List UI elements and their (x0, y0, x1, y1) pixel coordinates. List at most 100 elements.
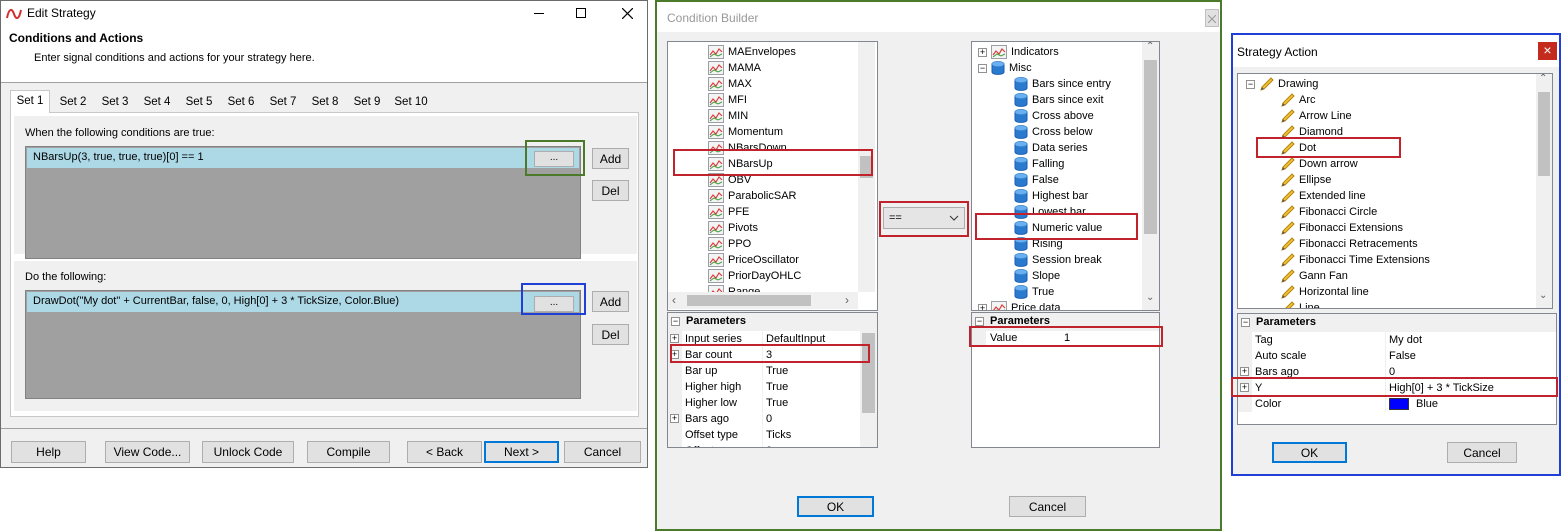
tree-item[interactable]: Arc (1280, 92, 1316, 108)
indicator-item[interactable]: MAMA (708, 60, 761, 76)
scroll-down-icon[interactable]: ⌄ (1539, 290, 1547, 301)
param-row[interactable]: Tag My dot (1238, 332, 1556, 348)
indicator-item[interactable]: MAEnvelopes (708, 44, 796, 60)
action-add-button[interactable]: Add (592, 291, 629, 312)
scroll-thumb[interactable] (687, 295, 811, 306)
close-icon[interactable] (622, 8, 633, 19)
action-del-button[interactable]: Del (592, 324, 629, 345)
action-row[interactable]: DrawDot("My dot" + CurrentBar, false, 0,… (27, 292, 579, 312)
param-row[interactable]: Higher low True (668, 395, 860, 411)
tree-item[interactable]: Fibonacci Circle (1280, 204, 1377, 220)
tab-set-2[interactable]: Set 2 (53, 92, 93, 112)
tree-item[interactable]: Line (1280, 300, 1320, 308)
collapse-icon[interactable]: − (975, 317, 984, 326)
tab-set-8[interactable]: Set 8 (305, 92, 345, 112)
tree-node-indicators[interactable]: + Indicators (978, 44, 1059, 60)
tree-item[interactable]: Data series (1014, 140, 1088, 156)
expand-icon[interactable]: + (670, 334, 679, 343)
condition-add-button[interactable]: Add (592, 148, 629, 169)
left-parameters-grid[interactable]: − Parameters + Input series DefaultInput + B… (667, 312, 878, 448)
tree-item[interactable]: Falling (1014, 156, 1064, 172)
close-button[interactable] (1205, 9, 1219, 27)
title-bar[interactable]: Edit Strategy (1, 1, 647, 27)
expand-icon[interactable]: + (670, 414, 679, 423)
expand-icon[interactable]: + (978, 303, 987, 310)
action-parameters-grid[interactable]: − Parameters Tag My dot Auto scale False + Ba… (1237, 313, 1557, 425)
tree-item[interactable]: False (1014, 172, 1059, 188)
indicator-item[interactable]: MIN (708, 108, 748, 124)
tree-item[interactable]: Cross below (1014, 124, 1093, 140)
tree-item[interactable]: Fibonacci Extensions (1280, 220, 1403, 236)
indicator-item[interactable]: MAX (708, 76, 752, 92)
tree-item[interactable]: Gann Fan (1280, 268, 1348, 284)
expand-icon[interactable]: + (1240, 367, 1249, 376)
tree-item[interactable]: Down arrow (1280, 156, 1358, 172)
minimize-icon[interactable] (534, 13, 544, 14)
compile-button[interactable]: Compile (307, 441, 390, 463)
tab-set-1[interactable]: Set 1 (10, 90, 50, 113)
indicator-list[interactable]: MAEnvelopes MAMA MAX MFI MIN Momentum NBarsDow… (667, 41, 878, 311)
param-value[interactable]: Ticks (766, 427, 791, 443)
tree-item[interactable]: Highest bar (1014, 188, 1088, 204)
scroll-thumb[interactable] (1144, 60, 1157, 234)
tree-node-drawing[interactable]: − Drawing (1246, 76, 1318, 92)
tab-set-6[interactable]: Set 6 (221, 92, 261, 112)
param-value[interactable]: 0 (766, 443, 772, 447)
param-row[interactable]: Higher high True (668, 379, 860, 395)
condition-del-button[interactable]: Del (592, 180, 629, 201)
collapse-icon[interactable]: − (978, 63, 987, 73)
tree-item[interactable]: True (1014, 284, 1054, 300)
help-button[interactable]: Help (11, 441, 86, 463)
tab-set-7[interactable]: Set 7 (263, 92, 303, 112)
tree-item[interactable]: Bars since entry (1014, 76, 1111, 92)
tab-set-5[interactable]: Set 5 (179, 92, 219, 112)
scroll-left-icon[interactable]: ‹ (672, 293, 676, 307)
tree-item[interactable]: Slope (1014, 268, 1060, 284)
scroll-thumb[interactable] (1538, 92, 1550, 176)
scroll-up-icon[interactable]: ⌃ (1539, 74, 1547, 84)
scroll-down-icon[interactable]: ⌄ (1146, 292, 1154, 303)
scroll-up-icon[interactable]: ⌃ (1146, 42, 1154, 52)
indicator-item[interactable]: PriorDayOHLC (708, 268, 801, 284)
param-value[interactable]: My dot (1389, 332, 1422, 348)
collapse-icon[interactable]: − (1246, 79, 1255, 89)
indicator-item[interactable]: PriceOscillator (708, 252, 799, 268)
param-row[interactable]: Color Blue (1238, 396, 1556, 412)
unlock-code-button[interactable]: Unlock Code (202, 441, 294, 463)
param-row[interactable]: + Bars ago 0 (668, 411, 860, 427)
view-code-button[interactable]: View Code... (105, 441, 190, 463)
collapse-icon[interactable]: − (671, 317, 680, 326)
tree-item[interactable]: Ellipse (1280, 172, 1331, 188)
collapse-icon[interactable]: − (1241, 318, 1250, 327)
tree-item[interactable]: Arrow Line (1280, 108, 1352, 124)
param-value[interactable]: 0 (766, 411, 772, 427)
param-value[interactable]: False (1389, 348, 1416, 364)
param-value[interactable]: True (766, 379, 788, 395)
tree-item[interactable]: Bars since exit (1014, 92, 1104, 108)
param-row[interactable]: Offset type Ticks (668, 427, 860, 443)
cancel-button[interactable]: Cancel (1009, 496, 1086, 517)
param-row[interactable]: Bar up True (668, 363, 860, 379)
back-button[interactable]: < Back (407, 441, 482, 463)
horizontal-scrollbar[interactable]: ‹ › (668, 292, 858, 309)
title-bar[interactable]: Strategy Action × (1233, 35, 1559, 67)
param-row[interactable]: Auto scale False (1238, 348, 1556, 364)
cancel-button[interactable]: Cancel (564, 441, 641, 463)
value-tree[interactable]: + Indicators − Misc Bars since entry Bars sin… (971, 41, 1160, 311)
indicator-item[interactable]: PFE (708, 204, 749, 220)
param-value[interactable]: True (766, 363, 788, 379)
tab-set-4[interactable]: Set 4 (137, 92, 177, 112)
tab-set-9[interactable]: Set 9 (347, 92, 387, 112)
tab-set-10[interactable]: Set 10 (389, 92, 433, 112)
expand-icon[interactable]: + (978, 47, 987, 57)
param-value[interactable]: Blue (1416, 396, 1438, 412)
tree-item[interactable]: Fibonacci Retracements (1280, 236, 1418, 252)
tree-item[interactable]: Session break (1014, 252, 1102, 268)
close-button[interactable]: × (1538, 42, 1557, 60)
scroll-right-icon[interactable]: › (845, 293, 849, 307)
tree-item[interactable]: Horizontal line (1280, 284, 1369, 300)
title-bar[interactable]: Condition Builder (657, 2, 1220, 32)
vertical-scrollbar[interactable]: ⌃ ⌄ (1536, 74, 1552, 308)
tab-set-3[interactable]: Set 3 (95, 92, 135, 112)
tree-item[interactable]: Cross above (1014, 108, 1094, 124)
